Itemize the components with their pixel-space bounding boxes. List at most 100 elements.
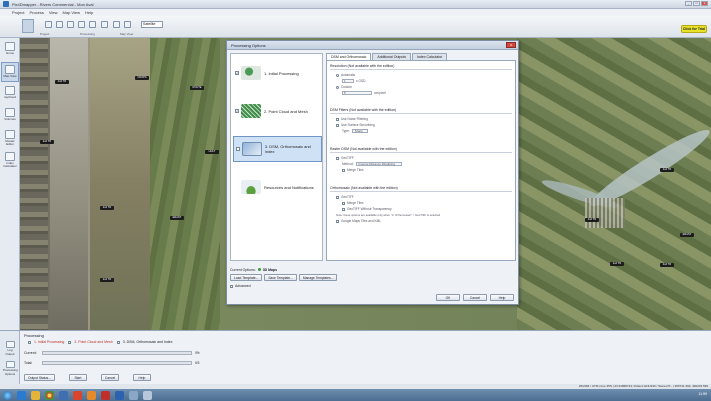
pix4d-icon[interactable] bbox=[115, 390, 124, 400]
zoom-out-icon[interactable] bbox=[124, 21, 131, 28]
step-checkbox[interactable] bbox=[236, 147, 240, 151]
sidebar-item-index-calculator[interactable]: Index Calculator bbox=[1, 150, 19, 170]
app-icon[interactable] bbox=[59, 390, 68, 400]
folder-icon[interactable] bbox=[31, 390, 40, 400]
map-marker-label[interactable]: 2nd TR bbox=[585, 218, 599, 222]
proc-step-checkbox[interactable] bbox=[116, 340, 120, 344]
step-label: Resources and Notifications bbox=[264, 184, 314, 190]
tab-dsm-orthomosaic[interactable]: DSM and Orthomosaic bbox=[326, 53, 372, 60]
map-marker-label[interactable]: 2nd TR bbox=[40, 140, 54, 144]
ortho-merge-tiles-checkbox[interactable]: ✓ bbox=[342, 201, 346, 205]
advanced-checkbox[interactable] bbox=[230, 284, 233, 288]
trial-button[interactable]: Click for Trial bbox=[681, 25, 707, 33]
custom-resolution-input[interactable]: 5 bbox=[342, 91, 372, 95]
maximize-button[interactable]: □ bbox=[693, 1, 700, 6]
options-tabs: DSM and Orthomosaic Additional Outputs I… bbox=[326, 53, 448, 60]
menu-process[interactable]: Process bbox=[29, 10, 43, 15]
start-menu-icon[interactable] bbox=[3, 390, 12, 400]
copy-icon[interactable] bbox=[78, 21, 85, 28]
start-button[interactable]: Start bbox=[68, 374, 87, 381]
save-project-icon[interactable] bbox=[67, 21, 74, 28]
menu-view[interactable]: View bbox=[49, 10, 58, 15]
map-marker-label[interactable]: 2nd TR bbox=[610, 262, 624, 266]
step-resources-notifications[interactable]: Resources and Notifications bbox=[233, 174, 322, 200]
sidebar-item-log-output[interactable]: Log Output bbox=[3, 341, 17, 356]
dsm-merge-tiles-checkbox[interactable] bbox=[342, 168, 345, 172]
dialog-title: Processing Options bbox=[227, 41, 518, 50]
new-project-icon[interactable] bbox=[45, 21, 52, 28]
pdf-icon[interactable] bbox=[101, 390, 110, 400]
menu-project[interactable]: Project bbox=[12, 10, 24, 15]
proc-step-checkbox[interactable]: ✓ bbox=[68, 340, 72, 344]
step-point-cloud-mesh[interactable]: ✓ 2. Point Cloud and Mesh bbox=[233, 98, 322, 124]
open-project-icon[interactable] bbox=[56, 21, 63, 28]
minimize-button[interactable]: _ bbox=[685, 1, 692, 6]
sidebar-item-mosaic-editor[interactable]: Mosaic Editor bbox=[1, 128, 19, 148]
window-icon[interactable] bbox=[129, 390, 138, 400]
cancel-processing-button[interactable]: Cancel bbox=[100, 374, 119, 381]
map-marker-label[interactable]: CROPS bbox=[135, 76, 149, 80]
map-marker-label[interactable]: ROUTE bbox=[190, 86, 204, 90]
menu-map-view[interactable]: Map View bbox=[63, 10, 81, 15]
step-checkbox[interactable]: ✓ bbox=[235, 71, 239, 75]
save-template-button[interactable]: Save Template... bbox=[264, 274, 297, 281]
map-marker-label[interactable]: ERAST bbox=[170, 216, 184, 220]
processing-help-button[interactable]: Help bbox=[132, 374, 151, 381]
sidebar-item-raycloud[interactable]: rayCloud bbox=[1, 84, 19, 104]
sidebar-item-map-view[interactable]: Map View bbox=[1, 62, 19, 82]
map-marker-label[interactable]: 2nd TR bbox=[100, 206, 114, 210]
firefox-icon[interactable] bbox=[87, 390, 96, 400]
media-icon[interactable] bbox=[73, 390, 82, 400]
tab-additional-outputs[interactable]: Additional Outputs bbox=[372, 53, 412, 60]
window-title: Pix4Dmapper - Rivers Commercial - Mon Av… bbox=[12, 1, 94, 7]
project-big-button[interactable] bbox=[22, 19, 34, 33]
zoom-in-icon[interactable] bbox=[113, 21, 120, 28]
close-window-button[interactable]: x bbox=[701, 1, 708, 6]
load-template-button[interactable]: Load Template... bbox=[230, 274, 263, 281]
tab-index-calculator[interactable]: Index Calculator bbox=[412, 53, 448, 60]
smoothing-checkbox[interactable]: ✓ bbox=[336, 123, 340, 127]
map-marker-label[interactable]: 2nd TR bbox=[100, 278, 114, 282]
settings-icon[interactable] bbox=[89, 21, 96, 28]
proc-step-point-cloud[interactable]: ✓ 2. Point Cloud and Mesh bbox=[68, 340, 113, 344]
map-marker-label[interactable]: 2nd TR bbox=[660, 168, 674, 172]
automatic-radio[interactable] bbox=[336, 73, 339, 77]
noise-filter-checkbox[interactable]: ✓ bbox=[336, 117, 340, 121]
map-marker-label[interactable]: 2nd TR bbox=[55, 80, 69, 84]
explorer-icon[interactable] bbox=[143, 390, 152, 400]
proc-step-initial[interactable]: ✓ 1. Initial Processing bbox=[28, 340, 64, 344]
sidebar-item-processing-options[interactable]: Processing Options bbox=[3, 361, 18, 376]
ortho-geotiff-checkbox[interactable] bbox=[336, 195, 339, 199]
step-dsm-ortho-index[interactable]: 3. DSM, Orthomosaic and Index bbox=[233, 136, 322, 162]
no-transparency-checkbox[interactable] bbox=[342, 207, 345, 211]
map-marker-label[interactable]: ERAST bbox=[680, 233, 694, 237]
background-layer-select[interactable]: Satellite bbox=[141, 21, 163, 28]
step-initial-processing[interactable]: ✓ 1. Initial Processing bbox=[233, 60, 322, 86]
chrome-icon[interactable] bbox=[45, 390, 54, 400]
sidebar-item-home[interactable]: Home bbox=[1, 40, 19, 60]
smoothing-type-select[interactable]: Sharp bbox=[351, 129, 368, 133]
map-marker-label[interactable]: 2nd TR bbox=[660, 263, 674, 267]
cancel-button[interactable]: Cancel bbox=[463, 294, 487, 301]
step-checkbox[interactable]: ✓ bbox=[235, 109, 239, 113]
ribbon-group-label: Project bbox=[40, 32, 50, 36]
manage-templates-button[interactable]: Manage Templates... bbox=[298, 274, 338, 281]
ie-icon[interactable] bbox=[17, 390, 26, 400]
google-maps-kml-checkbox[interactable] bbox=[336, 219, 339, 223]
custom-radio[interactable] bbox=[336, 85, 339, 89]
dsm-geotiff-checkbox[interactable] bbox=[336, 156, 339, 160]
help-button[interactable]: Help bbox=[490, 294, 514, 301]
dsm-method-select[interactable]: Inverse Distance Weighting bbox=[355, 162, 402, 166]
sidebar-item-volumes[interactable]: Volumes bbox=[1, 106, 19, 126]
proc-step-checkbox[interactable]: ✓ bbox=[28, 340, 32, 344]
dialog-close-button[interactable]: x bbox=[506, 42, 516, 48]
proc-step-dsm[interactable]: 3. DSM, Orthomosaic and Index bbox=[116, 340, 173, 344]
section-title: DSM Filters (Not available with the edit… bbox=[330, 108, 397, 112]
gsd-multiplier-stepper[interactable]: 1 bbox=[342, 79, 354, 83]
map-marker-label[interactable]: HOLT bbox=[205, 150, 219, 154]
output-status-button[interactable]: Output Status... bbox=[24, 374, 55, 381]
processing-steps: ✓ 1. Initial Processing ✓ 2. Point Cloud a… bbox=[28, 340, 173, 344]
select-icon[interactable] bbox=[101, 21, 108, 28]
menu-help[interactable]: Help bbox=[85, 10, 93, 15]
ok-button[interactable]: OK bbox=[436, 294, 460, 301]
